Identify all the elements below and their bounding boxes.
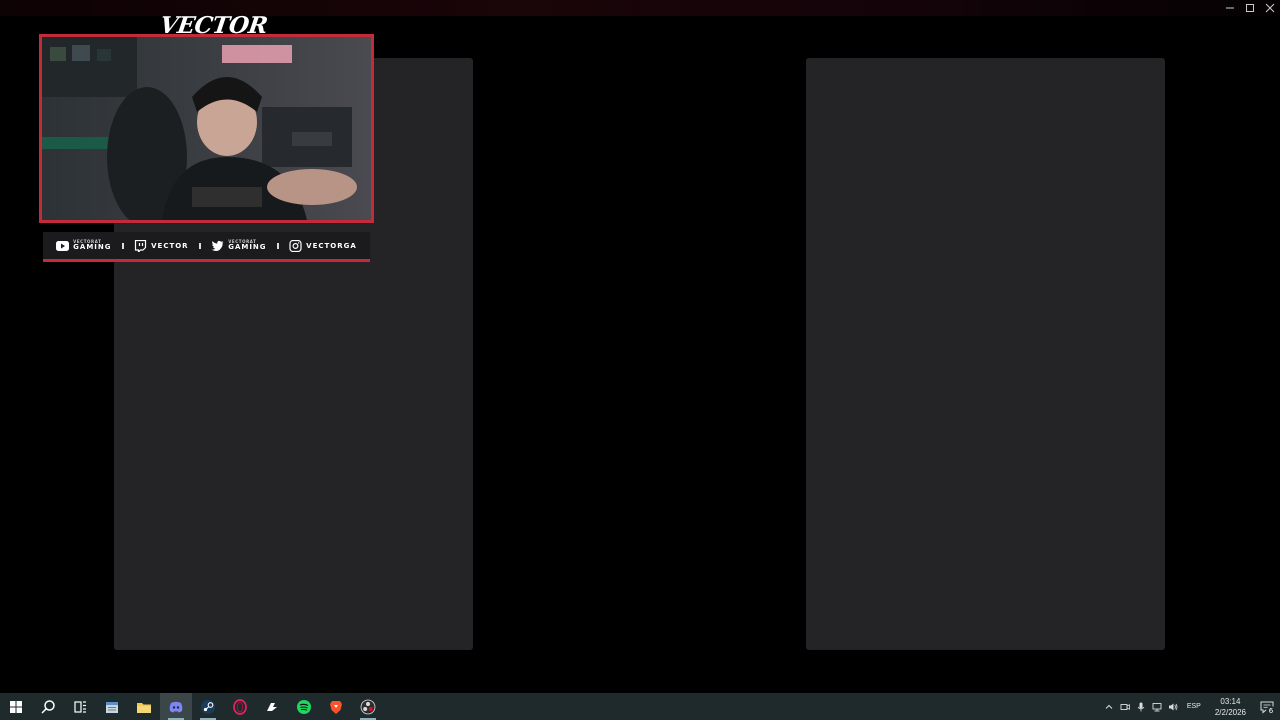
notepad-icon [106, 701, 118, 713]
tray-microphone[interactable] [1133, 693, 1149, 720]
close-button[interactable] [1260, 0, 1280, 16]
notification-center-button[interactable]: 6 [1254, 693, 1280, 720]
taskbar: ESP 03:14 2/2/2026 6 [0, 693, 1280, 720]
brave-icon [330, 700, 342, 714]
taskbar-opera-gx[interactable] [224, 693, 256, 720]
twitter-handle: GAMING [228, 243, 267, 251]
obs-icon [360, 699, 376, 714]
social-twitter[interactable]: VECTORAT GAMING [211, 240, 266, 252]
webcam-frame [39, 34, 374, 223]
network-icon [1152, 702, 1162, 711]
maximize-icon [1246, 4, 1254, 12]
separator [198, 242, 201, 249]
notification-count: 6 [1266, 706, 1276, 716]
spotify-icon [297, 699, 311, 714]
social-instagram[interactable]: VECTORGA [289, 239, 357, 252]
clock[interactable]: 03:14 2/2/2026 [1207, 696, 1254, 718]
separator [276, 242, 279, 249]
minimize-icon [1226, 7, 1234, 9]
maximize-button[interactable] [1240, 0, 1260, 16]
close-icon [1265, 3, 1275, 13]
youtube-icon [56, 240, 70, 251]
tray-meet-now[interactable] [1117, 693, 1133, 720]
taskbar-obs[interactable] [352, 693, 384, 720]
language-indicator[interactable]: ESP [1181, 703, 1207, 710]
rockstar-icon [267, 702, 277, 711]
task-view-icon [74, 700, 86, 713]
instagram-icon [289, 239, 302, 252]
window-controls [1220, 0, 1280, 16]
taskbar-notepad[interactable] [96, 693, 128, 720]
clock-time: 03:14 [1220, 696, 1241, 706]
volume-icon [1168, 703, 1178, 710]
social-bar: VECTORAT GAMING VECTOR VECTORAT GAMING V… [43, 232, 370, 262]
chevron-up-icon [1105, 704, 1113, 709]
taskbar-brave[interactable] [320, 693, 352, 720]
youtube-handle: GAMING [73, 243, 112, 251]
twitch-icon [135, 239, 147, 252]
taskbar-spotify[interactable] [288, 693, 320, 720]
task-view-button[interactable] [64, 693, 96, 720]
clock-date: 2/2/2026 [1214, 707, 1246, 717]
twitter-icon [211, 240, 224, 251]
tray-overflow[interactable] [1101, 693, 1117, 720]
taskbar-steam[interactable] [192, 693, 224, 720]
taskbar-file-explorer[interactable] [128, 693, 160, 720]
right-panel [806, 58, 1165, 650]
webcam-feed [42, 37, 371, 220]
meet-now-icon [1120, 703, 1130, 710]
twitch-handle: VECTOR [151, 241, 189, 250]
social-youtube[interactable]: VECTORAT GAMING [56, 240, 111, 252]
opera-gx-icon [233, 698, 247, 715]
search-button[interactable] [32, 693, 64, 720]
system-tray: ESP 03:14 2/2/2026 6 [1101, 693, 1280, 720]
social-twitch[interactable]: VECTOR [134, 239, 189, 252]
discord-icon [169, 701, 183, 712]
start-icon [10, 700, 22, 713]
search-icon [41, 699, 55, 714]
taskbar-rockstar[interactable] [256, 693, 288, 720]
instagram-handle: VECTORGA [306, 241, 357, 250]
tray-volume[interactable] [1165, 693, 1181, 720]
taskbar-discord[interactable] [160, 693, 192, 720]
start-button[interactable] [0, 693, 32, 720]
file-explorer-icon [137, 702, 151, 713]
microphone-icon [1137, 702, 1145, 711]
minimize-button[interactable] [1220, 0, 1240, 16]
separator [121, 242, 124, 249]
steam-icon [201, 699, 215, 714]
tray-network[interactable] [1149, 693, 1165, 720]
